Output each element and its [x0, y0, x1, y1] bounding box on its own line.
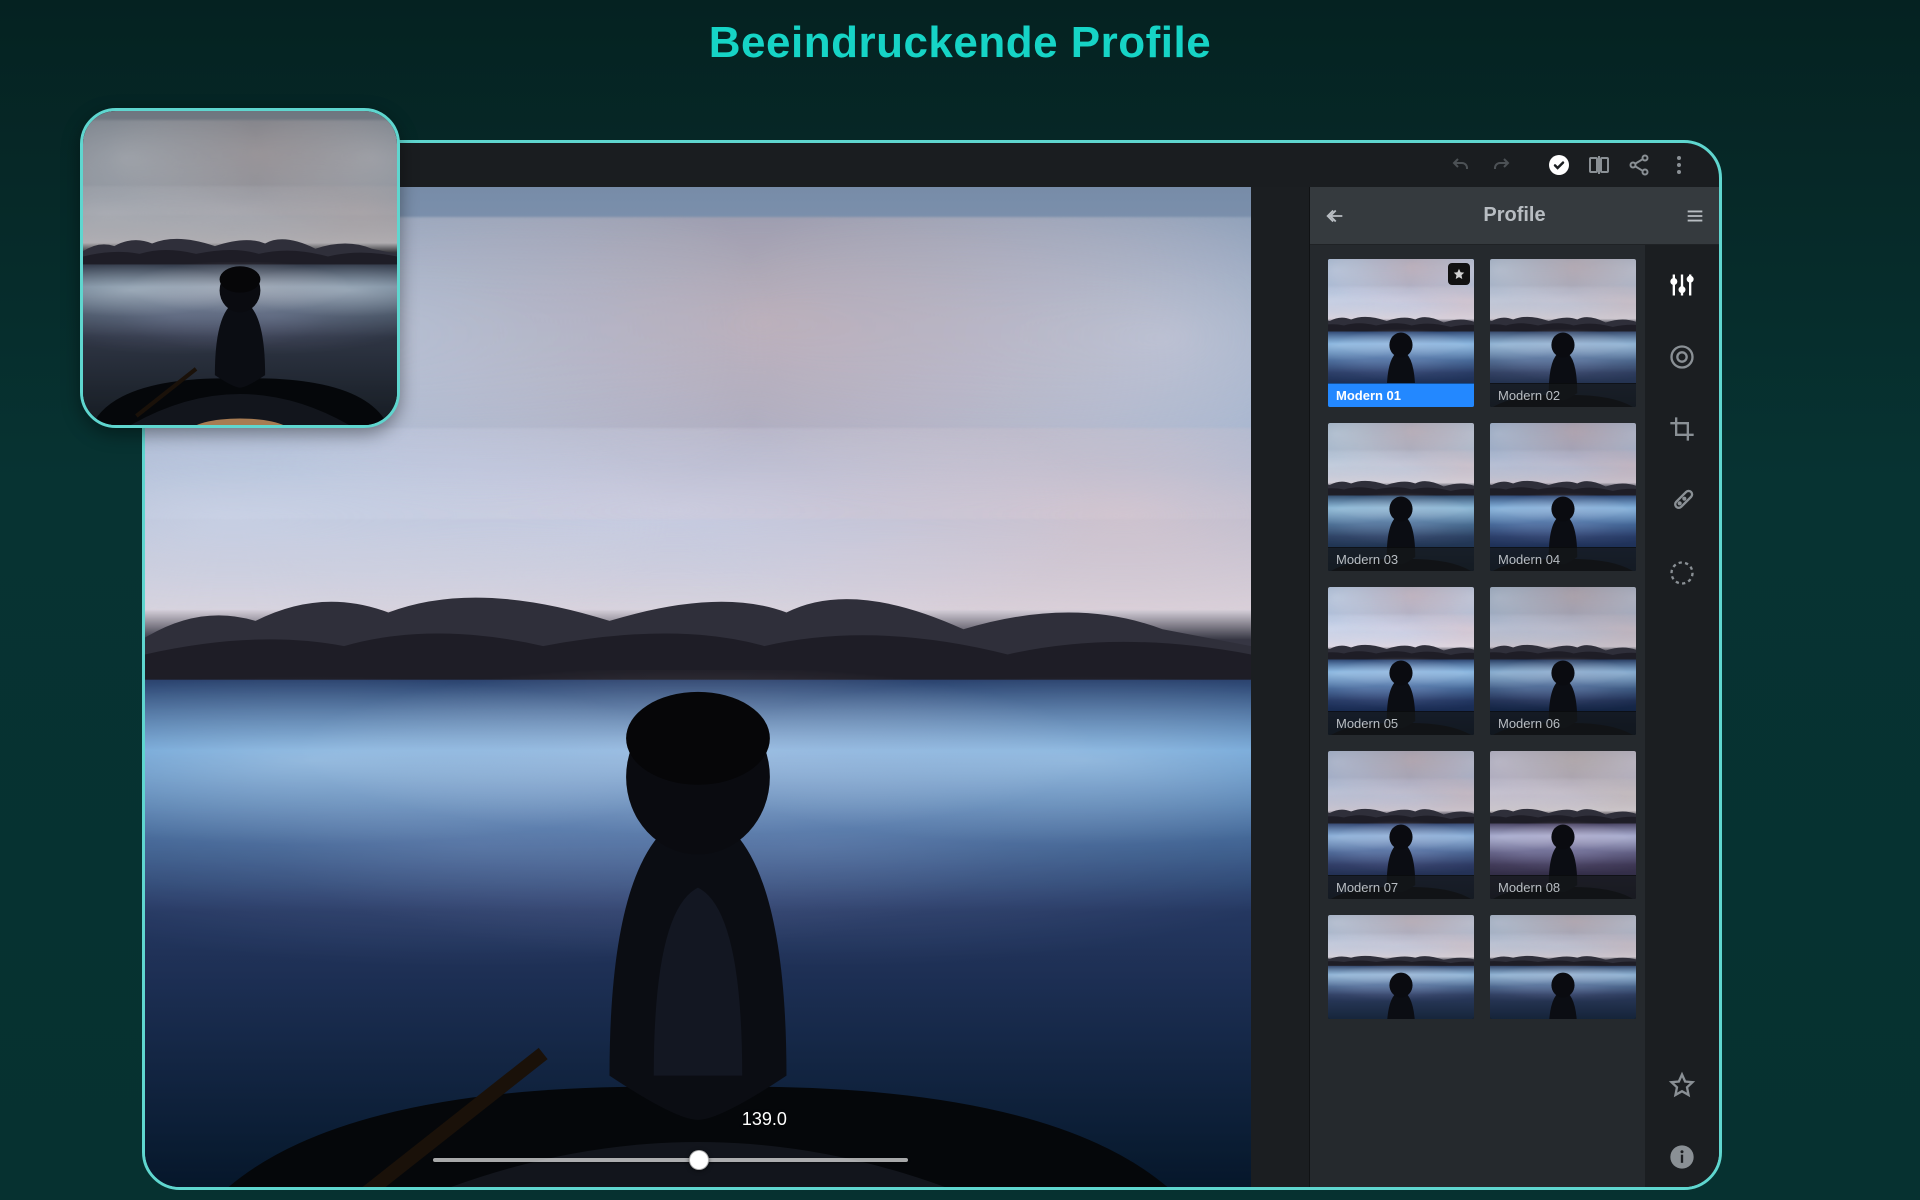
- panel-header: Profile: [1310, 187, 1719, 245]
- lens-icon: [1668, 343, 1696, 371]
- profile-thumb[interactable]: Modern 06: [1490, 587, 1636, 735]
- profile-preview: [1328, 915, 1474, 1019]
- redo-button[interactable]: [1481, 145, 1521, 185]
- more-button[interactable]: [1659, 145, 1699, 185]
- info-tool[interactable]: [1655, 1121, 1709, 1190]
- optics-tool[interactable]: [1655, 321, 1709, 393]
- adjust-tool[interactable]: [1655, 249, 1709, 321]
- profile-label: Modern 07: [1328, 875, 1474, 899]
- profile-thumb[interactable]: Modern 08: [1490, 751, 1636, 899]
- tool-rail: [1645, 245, 1719, 1190]
- favorite-tool[interactable]: [1655, 1049, 1709, 1121]
- redo-icon: [1489, 153, 1513, 177]
- sliders-icon: [1668, 271, 1696, 299]
- compare-button[interactable]: [1579, 145, 1619, 185]
- undo-icon: [1449, 153, 1473, 177]
- healing-tool[interactable]: [1655, 465, 1709, 537]
- check-circle-icon: [1547, 153, 1571, 177]
- crop-tool[interactable]: [1655, 393, 1709, 465]
- info-icon: [1668, 1143, 1696, 1171]
- done-button[interactable]: [1539, 145, 1579, 185]
- profile-thumb[interactable]: [1328, 915, 1474, 1019]
- intensity-slider[interactable]: [433, 1149, 909, 1171]
- arrow-left-icon: [1324, 205, 1346, 227]
- profile-thumb[interactable]: Modern 05: [1328, 587, 1474, 735]
- masking-tool[interactable]: [1655, 537, 1709, 609]
- favorite-badge: [1448, 263, 1470, 285]
- profile-preview: [1490, 915, 1636, 1019]
- profile-thumb[interactable]: Modern 04: [1490, 423, 1636, 571]
- slider-track: [433, 1158, 909, 1162]
- profile-thumb[interactable]: Modern 07: [1328, 751, 1474, 899]
- slider-knob[interactable]: [689, 1150, 709, 1170]
- crop-icon: [1668, 415, 1696, 443]
- before-preview: [80, 108, 400, 428]
- share-icon: [1627, 153, 1651, 177]
- star-icon: [1452, 267, 1466, 281]
- share-button[interactable]: [1619, 145, 1659, 185]
- intensity-readout: 139.0: [742, 1109, 787, 1130]
- canvas-controls: 139.0: [145, 1109, 1251, 1179]
- profile-label: Modern 05: [1328, 711, 1474, 735]
- promo-headline: Beeindruckende Profile: [0, 18, 1920, 68]
- profile-label: Modern 08: [1490, 875, 1636, 899]
- panel-title: Profile: [1358, 204, 1671, 227]
- profile-thumb[interactable]: Modern 02: [1490, 259, 1636, 407]
- panel-back-button[interactable]: [1310, 205, 1358, 227]
- profile-panel: Profile Modern 01 Modern 02 Modern 03 Mo…: [1309, 187, 1719, 1190]
- profile-thumb[interactable]: Modern 03: [1328, 423, 1474, 571]
- undo-button[interactable]: [1441, 145, 1481, 185]
- profile-thumb[interactable]: Modern 01: [1328, 259, 1474, 407]
- profile-thumb[interactable]: [1490, 915, 1636, 1019]
- profile-label: Modern 04: [1490, 547, 1636, 571]
- compare-icon: [1587, 153, 1611, 177]
- profile-label: Modern 02: [1490, 383, 1636, 407]
- hamburger-icon: [1684, 205, 1706, 227]
- star-icon: [1668, 1071, 1696, 1099]
- profile-label: Modern 01: [1328, 383, 1474, 407]
- panel-menu-button[interactable]: [1671, 205, 1719, 227]
- kebab-icon: [1667, 153, 1691, 177]
- profile-grid: Modern 01 Modern 02 Modern 03 Modern 04 …: [1310, 245, 1646, 1190]
- profile-label: Modern 03: [1328, 547, 1474, 571]
- bandage-icon: [1668, 487, 1696, 515]
- original-photo: [83, 111, 397, 425]
- masking-icon: [1668, 559, 1696, 587]
- profile-label: Modern 06: [1490, 711, 1636, 735]
